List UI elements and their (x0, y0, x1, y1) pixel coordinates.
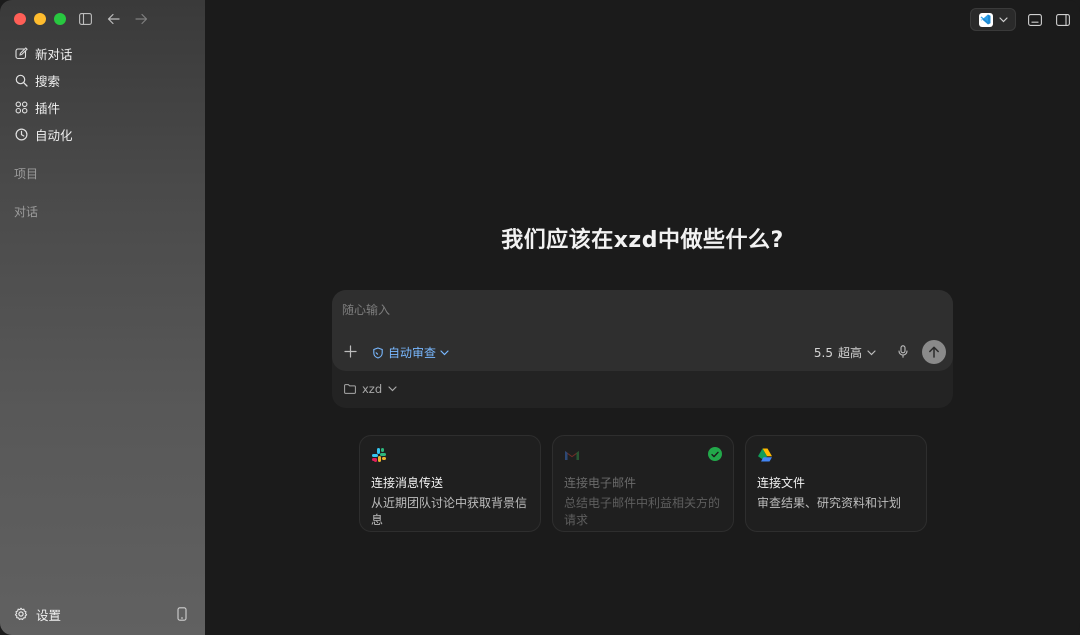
gmail-icon (565, 451, 579, 460)
main-panel: 我们应该在xzd中做些什么? 随心输入 自动审查 5.5 超高 xzd 连接消息… (205, 0, 1080, 635)
sidebar-item-automation[interactable]: 自动化 (6, 121, 199, 148)
sidebar-footer: 设置 (6, 603, 199, 625)
section-conversations: 对话 (14, 205, 39, 219)
sidebar-item-plugins[interactable]: 插件 (6, 94, 199, 121)
sidebar-item-new-chat[interactable]: 新对话 (6, 40, 199, 67)
settings-button[interactable]: 设置 (14, 605, 61, 624)
right-panel-button[interactable] (1054, 11, 1072, 29)
connector-cards: 连接消息传送 从近期团队讨论中获取背景信息 连接电子邮件 总结电子邮件中利益相关… (359, 435, 927, 532)
sidebar-toolbar (76, 10, 150, 28)
send-button[interactable] (922, 340, 946, 364)
drive-icon (758, 448, 772, 462)
connect-email-card[interactable]: 连接电子邮件 总结电子邮件中利益相关方的请求 (552, 435, 734, 532)
grid-icon (14, 101, 28, 115)
connect-messaging-card[interactable]: 连接消息传送 从近期团队讨论中获取背景信息 (359, 435, 541, 532)
window-controls (14, 13, 66, 25)
slack-icon (372, 448, 386, 462)
gear-icon (14, 607, 28, 621)
app-window: 新对话 搜索 插件 自动化 项目 对话 设置 我们应该在xzd中做些什么? 随心… (0, 0, 1080, 635)
main-toolbar (970, 8, 1072, 31)
sidebar-icon (78, 13, 92, 25)
terminal-panel-button[interactable] (1026, 11, 1044, 29)
settings-label: 设置 (36, 607, 62, 623)
composer-container: 随心输入 自动审查 5.5 超高 xzd (332, 290, 953, 408)
sidebar-nav: 新对话 搜索 插件 自动化 (6, 40, 199, 148)
folder-icon (344, 384, 356, 394)
chevron-down-icon (440, 349, 449, 355)
model-version: 5.5 (813, 345, 833, 360)
maximize-window-button[interactable] (54, 13, 66, 25)
auto-review-dropdown[interactable]: 自动审查 (372, 344, 449, 361)
back-button[interactable] (104, 10, 122, 28)
composer: 随心输入 自动审查 5.5 超高 (332, 290, 953, 371)
open-in-editor-dropdown[interactable] (970, 8, 1016, 31)
voice-input-button[interactable] (895, 343, 911, 359)
composer-toolbar: 自动审查 5.5 超高 (332, 340, 953, 366)
clock-icon (14, 128, 28, 142)
message-input[interactable]: 随心输入 (342, 301, 390, 318)
arrow-left-icon (107, 13, 120, 25)
right-panel-icon (1056, 13, 1070, 26)
sidebar-item-label: 自动化 (35, 128, 73, 143)
search-icon (14, 74, 28, 88)
sidebar-item-label: 搜索 (35, 74, 61, 89)
toggle-sidebar-button[interactable] (76, 10, 94, 28)
phone-icon (177, 607, 187, 621)
sidebar: 新对话 搜索 插件 自动化 项目 对话 设置 (0, 0, 205, 635)
phone-button[interactable] (173, 605, 191, 623)
arrow-up-icon (929, 346, 939, 358)
model-selector[interactable]: 5.5 超高 (814, 344, 876, 361)
vscode-icon (978, 12, 993, 27)
section-projects: 项目 (14, 167, 39, 181)
connected-check-icon (708, 447, 722, 461)
card-title: 连接电子邮件 (564, 476, 637, 490)
sidebar-item-label: 插件 (35, 101, 61, 116)
chevron-down-icon (867, 349, 876, 355)
card-description: 从近期团队讨论中获取背景信息 (371, 496, 528, 527)
forward-button[interactable] (132, 10, 150, 28)
chevron-down-icon (998, 16, 1008, 22)
card-description: 审查结果、研究资料和计划 (757, 496, 902, 510)
card-title: 连接消息传送 (371, 476, 444, 490)
sidebar-item-search[interactable]: 搜索 (6, 67, 199, 94)
edit-icon (14, 47, 28, 61)
bottom-panel-icon (1028, 13, 1042, 26)
folder-name: xzd (362, 382, 383, 396)
plus-icon (343, 344, 357, 358)
shield-icon (373, 346, 383, 359)
arrow-right-icon (134, 13, 147, 25)
page-title: 我们应该在xzd中做些什么? (501, 228, 784, 253)
connect-files-card[interactable]: 连接文件 审查结果、研究资料和计划 (745, 435, 927, 532)
sidebar-item-label: 新对话 (35, 47, 73, 62)
card-title: 连接文件 (757, 476, 806, 490)
chevron-down-icon (388, 386, 397, 392)
auto-review-label: 自动审查 (388, 346, 437, 360)
workspace-folder-selector[interactable]: xzd (344, 382, 397, 396)
minimize-window-button[interactable] (34, 13, 46, 25)
close-window-button[interactable] (14, 13, 26, 25)
microphone-icon (898, 344, 908, 358)
model-level: 超高 (837, 346, 862, 360)
card-description: 总结电子邮件中利益相关方的请求 (564, 496, 721, 527)
add-attachment-button[interactable] (342, 343, 358, 359)
